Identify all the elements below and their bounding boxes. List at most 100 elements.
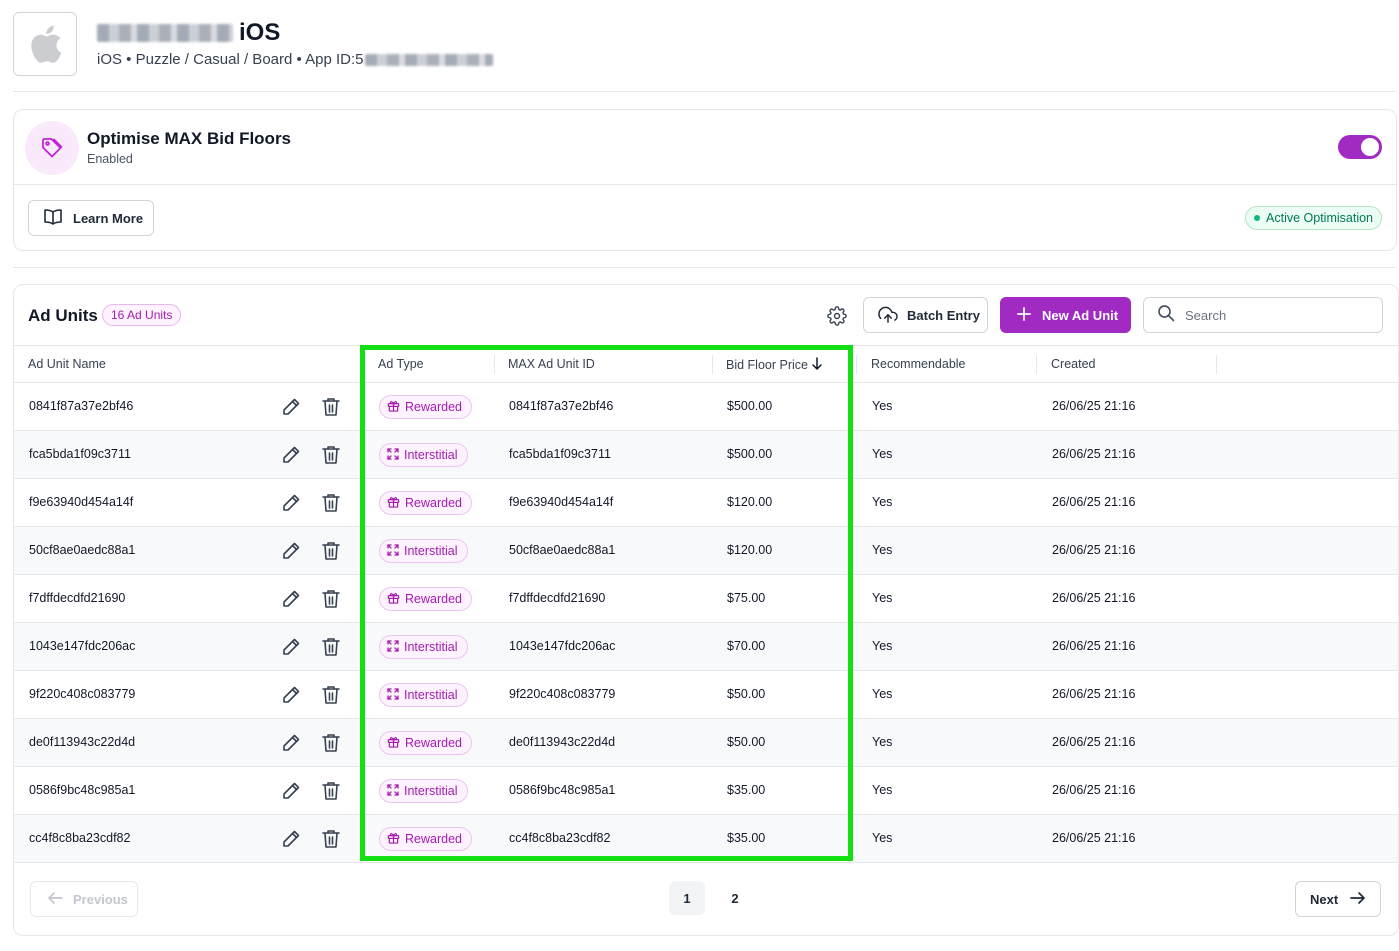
gift-icon xyxy=(387,591,400,607)
pencil-icon[interactable] xyxy=(281,781,301,801)
batch-entry-button[interactable]: Batch Entry xyxy=(863,297,988,333)
app-id-prefix: 5 xyxy=(355,51,364,68)
pencil-icon[interactable] xyxy=(281,445,301,465)
trash-icon[interactable] xyxy=(321,541,341,561)
trash-icon[interactable] xyxy=(321,733,341,753)
cell-ad-unit-name[interactable]: 1043e147fdc206ac xyxy=(29,639,135,653)
next-label: Next xyxy=(1310,891,1339,907)
cell-max-ad-unit-id: 9f220c408c083779 xyxy=(509,687,616,701)
ad-type-label: Interstitial xyxy=(404,448,458,462)
trash-icon[interactable] xyxy=(321,637,341,657)
table-row[interactable]: 0841f87a37e2bf46 Rewarded 0841f87a37e2bf46… xyxy=(14,383,1398,431)
tag-icon xyxy=(25,121,79,175)
header-recommendable[interactable]: Recommendable xyxy=(871,357,966,371)
cell-created: 26/06/25 21:16 xyxy=(1052,735,1136,749)
header-bid-floor-price[interactable]: Bid Floor Price xyxy=(726,357,823,373)
cell-recommendable: Yes xyxy=(872,735,893,749)
table-row[interactable]: 9f220c408c083779 Interstitial 9f220c408c08… xyxy=(14,671,1398,719)
trash-icon[interactable] xyxy=(321,829,341,849)
table-row[interactable]: f7dffdecdfd21690 Rewarded f7dffdecdfd21690… xyxy=(14,575,1398,623)
ad-type-badge: Rewarded xyxy=(379,395,472,419)
column-separator xyxy=(712,355,713,374)
table-row[interactable]: f9e63940d454a14f Rewarded f9e63940d454a14f… xyxy=(14,479,1398,527)
pencil-icon[interactable] xyxy=(281,541,301,561)
cell-bid-floor-price: $50.00 xyxy=(727,735,766,749)
trash-icon[interactable] xyxy=(321,397,341,417)
header-ad-type[interactable]: Ad Type xyxy=(378,357,424,371)
cell-max-ad-unit-id: f7dffdecdfd21690 xyxy=(509,591,606,605)
cell-ad-unit-name[interactable]: 50cf8ae0aedc88a1 xyxy=(29,543,135,557)
cell-ad-unit-name[interactable]: 9f220c408c083779 xyxy=(29,687,135,701)
trash-icon[interactable] xyxy=(321,685,341,705)
table-row[interactable]: cc4f8c8ba23cdf82 Rewarded cc4f8c8ba23cdf82… xyxy=(14,815,1398,863)
gear-icon[interactable] xyxy=(825,304,849,328)
pencil-icon[interactable] xyxy=(281,637,301,657)
pencil-icon[interactable] xyxy=(281,733,301,753)
arrow-down-icon xyxy=(811,357,823,373)
table-header: Ad Unit Name Ad Type MAX Ad Unit ID Bid … xyxy=(14,346,1398,383)
new-ad-unit-label: New Ad Unit xyxy=(1042,307,1119,323)
optimise-toggle[interactable] xyxy=(1338,135,1382,159)
trash-icon[interactable] xyxy=(321,493,341,513)
header-max-ad-unit-id[interactable]: MAX Ad Unit ID xyxy=(508,357,595,371)
table-row[interactable]: fca5bda1f09c3711 Interstitial fca5bda1f09c… xyxy=(14,431,1398,479)
ad-type-badge: Rewarded xyxy=(379,827,472,851)
optimise-card: Optimise MAX Bid Floors Enabled Learn Mo… xyxy=(13,109,1397,251)
header-ad-unit-name[interactable]: Ad Unit Name xyxy=(28,357,106,371)
pencil-icon[interactable] xyxy=(281,589,301,609)
cell-recommendable: Yes xyxy=(872,687,893,701)
cell-ad-unit-name[interactable]: 0841f87a37e2bf46 xyxy=(29,399,133,413)
cell-recommendable: Yes xyxy=(872,783,893,797)
table-row[interactable]: 0586f9bc48c985a1 Interstitial 0586f9bc48c9… xyxy=(14,767,1398,815)
cell-ad-unit-name[interactable]: 0586f9bc48c985a1 xyxy=(29,783,135,797)
previous-button[interactable]: Previous xyxy=(30,881,138,917)
trash-icon[interactable] xyxy=(321,589,341,609)
header-bid-floor-label: Bid Floor Price xyxy=(726,358,808,372)
cell-ad-unit-name[interactable]: f7dffdecdfd21690 xyxy=(29,591,125,605)
column-separator xyxy=(494,355,495,374)
cell-max-ad-unit-id: f9e63940d454a14f xyxy=(509,495,614,509)
pencil-icon[interactable] xyxy=(281,829,301,849)
expand-icon xyxy=(387,783,399,799)
arrow-right-icon xyxy=(1350,891,1366,908)
cell-bid-floor-price: $75.00 xyxy=(727,591,766,605)
status-dot xyxy=(1254,215,1261,221)
pencil-icon[interactable] xyxy=(281,397,301,417)
pencil-icon[interactable] xyxy=(281,685,301,705)
table-row[interactable]: 50cf8ae0aedc88a1 Interstitial 50cf8ae0aedc… xyxy=(14,527,1398,575)
next-button[interactable]: Next xyxy=(1295,881,1381,917)
cell-ad-unit-name[interactable]: cc4f8c8ba23cdf82 xyxy=(29,831,130,845)
expand-icon xyxy=(387,543,399,559)
page-button-2[interactable]: 2 xyxy=(717,881,753,915)
cell-created: 26/06/25 21:16 xyxy=(1052,783,1136,797)
ad-type-label: Rewarded xyxy=(405,592,462,606)
page-button-1[interactable]: 1 xyxy=(669,881,705,915)
search-field[interactable] xyxy=(1143,297,1383,333)
cell-max-ad-unit-id: 50cf8ae0aedc88a1 xyxy=(509,543,616,557)
cell-max-ad-unit-id: 0841f87a37e2bf46 xyxy=(509,399,614,413)
cell-bid-floor-price: $500.00 xyxy=(727,447,773,461)
gift-icon xyxy=(387,735,400,751)
cell-ad-unit-name[interactable]: f9e63940d454a14f xyxy=(29,495,133,509)
search-input[interactable] xyxy=(1185,307,1365,323)
cell-ad-unit-name[interactable]: fca5bda1f09c3711 xyxy=(29,447,131,461)
header-created[interactable]: Created xyxy=(1051,357,1095,371)
active-optimisation-label: Active Optimisation xyxy=(1266,211,1373,225)
cell-bid-floor-price: $35.00 xyxy=(727,783,766,797)
active-optimisation-badge: Active Optimisation xyxy=(1245,206,1382,230)
cell-max-ad-unit-id: cc4f8c8ba23cdf82 xyxy=(509,831,611,845)
ad-type-badge: Interstitial xyxy=(379,779,468,803)
gift-icon xyxy=(387,495,400,511)
optimise-card-header: Optimise MAX Bid Floors Enabled xyxy=(14,110,1396,185)
table-row[interactable]: 1043e147fdc206ac Interstitial 1043e147fdc2… xyxy=(14,623,1398,671)
ad-type-label: Interstitial xyxy=(404,544,458,558)
pencil-icon[interactable] xyxy=(281,493,301,513)
new-ad-unit-button[interactable]: New Ad Unit xyxy=(1000,297,1131,333)
trash-icon[interactable] xyxy=(321,445,341,465)
learn-more-button[interactable]: Learn More xyxy=(28,200,154,236)
table-row[interactable]: de0f113943c22d4d Rewarded de0f113943c22d4d… xyxy=(14,719,1398,767)
section-divider xyxy=(13,267,1397,268)
ad-type-badge: Rewarded xyxy=(379,731,472,755)
trash-icon[interactable] xyxy=(321,781,341,801)
cell-ad-unit-name[interactable]: de0f113943c22d4d xyxy=(29,735,135,749)
